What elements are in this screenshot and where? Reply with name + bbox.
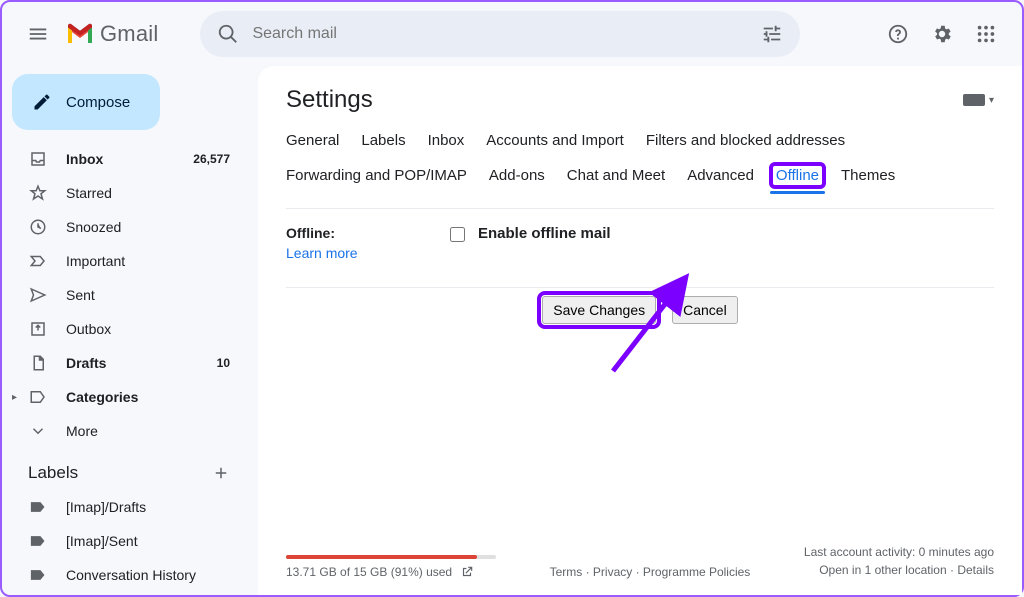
sidebar-item-label: Inbox	[66, 151, 175, 167]
search-bar[interactable]	[200, 11, 800, 57]
enable-offline-label[interactable]: Enable offline mail	[478, 225, 611, 242]
help-icon	[887, 23, 909, 45]
star-icon	[28, 183, 48, 203]
activity-locations-link[interactable]: Open in 1 other location	[819, 563, 946, 577]
sidebar-item-label: More	[66, 423, 230, 439]
tab-accounts-and-import[interactable]: Accounts and Import	[486, 132, 624, 149]
offline-setting-row: Offline: Learn more Enable offline mail	[286, 209, 994, 271]
tab-advanced[interactable]: Advanced	[687, 167, 754, 184]
sidebar-item-important[interactable]: Important	[2, 244, 246, 278]
label-icon	[28, 531, 48, 551]
label-icon	[28, 497, 48, 517]
cancel-button[interactable]: Cancel	[672, 296, 738, 324]
labels-heading: Labels	[2, 448, 258, 490]
hamburger-icon	[27, 23, 49, 45]
search-button[interactable]	[208, 14, 248, 54]
search-input[interactable]	[248, 25, 752, 43]
chevron-down-icon: ▾	[989, 95, 994, 106]
pencil-icon	[32, 92, 52, 112]
sidebar-item-snoozed[interactable]: Snoozed	[2, 210, 246, 244]
gear-icon	[931, 23, 953, 45]
gmail-logo-icon	[66, 23, 94, 45]
activity-details-link[interactable]: Details	[957, 563, 994, 577]
sidebar-item-label: Outbox	[66, 321, 230, 337]
compose-label: Compose	[66, 94, 130, 111]
settings-panel: Settings ▾ General Labels Inbox Accounts an…	[258, 66, 1022, 595]
inbox-icon	[28, 149, 48, 169]
tab-offline[interactable]: Offline	[772, 165, 823, 186]
main-menu-button[interactable]	[18, 14, 58, 54]
tab-general[interactable]: General	[286, 132, 339, 149]
footer-activity: Last account activity: 0 minutes ago Ope…	[804, 543, 994, 579]
sidebar-item-inbox[interactable]: Inbox 26,577	[2, 142, 246, 176]
tune-icon	[761, 23, 783, 45]
settings-button[interactable]	[922, 14, 962, 54]
sidebar-item-label: Sent	[66, 287, 230, 303]
sidebar-item-more[interactable]: More	[2, 414, 246, 448]
save-changes-button[interactable]: Save Changes	[542, 296, 656, 324]
label-name: [Imap]/Drafts	[66, 499, 230, 515]
label-name: Conversation History	[66, 567, 230, 583]
sidebar-item-categories[interactable]: Categories	[2, 380, 246, 414]
label-icon	[28, 565, 48, 585]
sidebar-item-label: Important	[66, 253, 230, 269]
sidebar-item-count: 26,577	[193, 152, 230, 166]
learn-more-link[interactable]: Learn more	[286, 245, 406, 261]
header-actions	[878, 14, 1006, 54]
label-item[interactable]: [Imap]/Drafts	[2, 490, 246, 524]
sidebar-item-sent[interactable]: Sent	[2, 278, 246, 312]
support-button[interactable]	[878, 14, 918, 54]
settings-tabs: General Labels Inbox Accounts and Import Fil…	[286, 132, 994, 184]
app-header: Gmail	[2, 2, 1022, 66]
apps-grid-icon	[975, 23, 997, 45]
tab-forwarding-and-pop-imap[interactable]: Forwarding and POP/IMAP	[286, 167, 467, 184]
footer-policies[interactable]: Terms · Privacy · Programme Policies	[550, 565, 751, 579]
gmail-logo-text: Gmail	[100, 21, 158, 47]
clock-icon	[28, 217, 48, 237]
sidebar-item-label: Snoozed	[66, 219, 230, 235]
more-icon	[28, 421, 48, 441]
sidebar-item-count: 10	[217, 356, 230, 370]
tab-themes[interactable]: Themes	[841, 167, 895, 184]
add-label-button[interactable]	[210, 462, 232, 484]
tab-chat-and-meet[interactable]: Chat and Meet	[567, 167, 665, 184]
draft-icon	[28, 353, 48, 373]
tab-labels[interactable]: Labels	[361, 132, 405, 149]
plus-icon	[212, 464, 230, 482]
sidebar-item-label: Drafts	[66, 355, 199, 371]
sidebar-item-outbox[interactable]: Outbox	[2, 312, 246, 346]
keyboard-icon	[963, 94, 985, 106]
search-icon	[217, 23, 239, 45]
label-item[interactable]: Conversation History	[2, 558, 246, 592]
storage-text: 13.71 GB of 15 GB (91%) used	[286, 565, 452, 579]
sidebar-item-label: Categories	[66, 389, 230, 405]
send-icon	[28, 285, 48, 305]
apps-button[interactable]	[966, 14, 1006, 54]
outbox-icon	[28, 319, 48, 339]
enable-offline-checkbox[interactable]	[450, 227, 465, 242]
gmail-logo[interactable]: Gmail	[66, 21, 158, 47]
labels-heading-text: Labels	[28, 463, 78, 483]
tab-add-ons[interactable]: Add-ons	[489, 167, 545, 184]
tab-filters-and-blocked-addresses[interactable]: Filters and blocked addresses	[646, 132, 845, 149]
compose-button[interactable]: Compose	[12, 74, 160, 130]
label-name: [Imap]/Sent	[66, 533, 230, 549]
important-icon	[28, 251, 48, 271]
offline-heading: Offline:	[286, 225, 335, 241]
label-item[interactable]: [Imap]/Sent	[2, 524, 246, 558]
settings-actions: Save Changes Cancel	[286, 288, 994, 324]
sidebar-item-label: Starred	[66, 185, 230, 201]
sidebar: Compose Inbox 26,577 Starred Snoozed Importa…	[2, 66, 258, 595]
open-in-new-icon	[460, 565, 474, 579]
settings-footer: 13.71 GB of 15 GB (91%) used Terms · Pri…	[286, 523, 994, 579]
storage-indicator[interactable]: 13.71 GB of 15 GB (91%) used	[286, 555, 496, 579]
input-tool-button[interactable]: ▾	[963, 94, 994, 106]
categories-icon	[28, 387, 48, 407]
tab-inbox[interactable]: Inbox	[428, 132, 465, 149]
page-title: Settings	[286, 86, 373, 114]
sidebar-item-drafts[interactable]: Drafts 10	[2, 346, 246, 380]
search-options-button[interactable]	[752, 14, 792, 54]
activity-line1: Last account activity: 0 minutes ago	[804, 543, 994, 561]
sidebar-item-starred[interactable]: Starred	[2, 176, 246, 210]
